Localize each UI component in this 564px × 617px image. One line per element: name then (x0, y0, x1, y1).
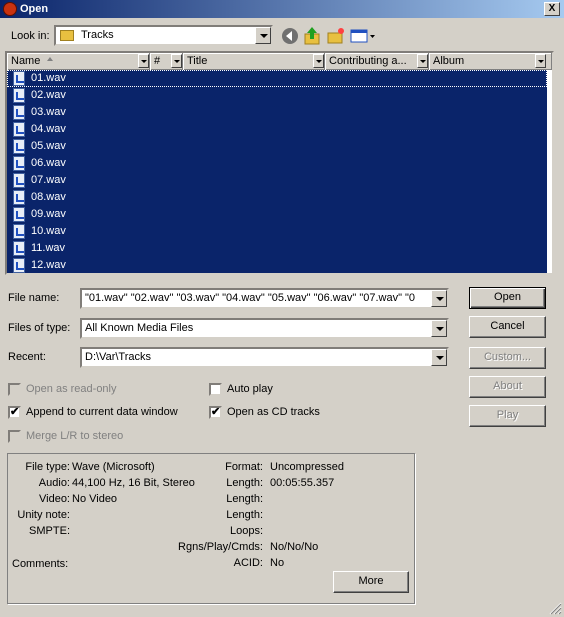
info-length3-label: Length: (226, 509, 263, 521)
open-button[interactable]: Open (469, 287, 546, 309)
cdtracks-checkbox[interactable]: ✔ (209, 406, 222, 419)
filename-input[interactable]: "01.wav" "02.wav" "03.wav" "04.wav" "05.… (80, 288, 449, 309)
list-item[interactable]: 11.wav (7, 240, 547, 257)
audio-file-icon (13, 258, 25, 273)
list-item[interactable]: 05.wav (7, 138, 547, 155)
info-rgns-value: No/No/No (270, 541, 319, 553)
info-audio-value: 44,100 Hz, 16 Bit, Stereo (72, 477, 195, 489)
about-button[interactable]: About (469, 376, 546, 398)
column-name[interactable]: Name (7, 53, 150, 70)
info-format-label: Format: (225, 461, 263, 473)
audio-file-icon (13, 224, 25, 239)
info-rgns-label: Rgns/Play/Cmds: (178, 541, 263, 553)
custom-button[interactable]: Custom... (469, 347, 546, 369)
list-item[interactable]: 12.wav (7, 257, 547, 273)
list-item[interactable]: 04.wav (7, 121, 547, 138)
lookin-dropdown[interactable]: Tracks (54, 25, 273, 46)
column-album[interactable]: Album (429, 53, 552, 70)
chevron-down-icon[interactable] (431, 349, 447, 366)
info-comments-label: Comments: (12, 558, 69, 570)
info-length2-label: Length: (226, 493, 263, 505)
column-name-dropdown[interactable] (138, 54, 149, 68)
list-item[interactable]: 06.wav (7, 155, 547, 172)
append-label: Append to current data window (26, 406, 178, 418)
autoplay-label: Auto play (227, 383, 273, 395)
new-folder-icon[interactable] (326, 26, 346, 46)
audio-file-icon (13, 71, 25, 86)
info-loops-label: Loops: (229, 525, 263, 537)
column-number-dropdown[interactable] (171, 54, 182, 68)
info-format-value: Uncompressed (270, 461, 344, 473)
info-filetype-label: File type: (25, 461, 70, 473)
audio-file-icon (13, 88, 25, 103)
audio-file-icon (13, 122, 25, 137)
audio-file-icon (13, 190, 25, 205)
info-audio-label: Audio: (38, 477, 70, 489)
folder-icon (60, 30, 74, 41)
chevron-down-icon[interactable] (431, 290, 447, 307)
list-item[interactable]: 03.wav (7, 104, 547, 121)
cancel-button[interactable]: Cancel (469, 316, 546, 338)
view-menu-icon[interactable] (350, 26, 376, 46)
close-button[interactable]: X (544, 2, 560, 16)
info-video-label: Video: (39, 493, 70, 505)
audio-file-icon (13, 241, 25, 256)
info-length1-value: 00:05:55.357 (270, 477, 335, 489)
cdtracks-label: Open as CD tracks (227, 406, 320, 418)
info-length1-label: Length: (226, 477, 263, 489)
recent-dropdown[interactable]: D:\Var\Tracks (80, 347, 449, 368)
filename-label: File name: (8, 292, 60, 304)
list-header: Name # Title Contributing a... Album (7, 53, 552, 70)
info-unity-label: Unity note: (17, 509, 70, 521)
chevron-down-icon[interactable] (255, 27, 271, 44)
column-title-dropdown[interactable] (313, 54, 324, 68)
list-item[interactable]: 09.wav (7, 206, 547, 223)
filetype-label: Files of type: (8, 322, 71, 334)
filetype-dropdown[interactable]: All Known Media Files (80, 318, 449, 339)
info-video-value: No Video (72, 493, 118, 505)
up-folder-icon[interactable] (303, 26, 323, 46)
list-item[interactable]: 02.wav (7, 87, 547, 104)
app-icon (3, 2, 17, 16)
list-item[interactable]: 10.wav (7, 223, 547, 240)
info-acid-label: ACID: (233, 557, 263, 569)
info-acid-value: No (270, 557, 285, 569)
audio-file-icon (13, 156, 25, 171)
play-button[interactable]: Play (469, 405, 546, 427)
info-smpte-label: SMPTE: (29, 525, 70, 537)
list-item[interactable]: 07.wav (7, 172, 547, 189)
autoplay-checkbox[interactable] (209, 383, 222, 396)
column-album-dropdown[interactable] (535, 54, 546, 68)
lookin-value: Tracks (81, 29, 114, 41)
chevron-down-icon[interactable] (431, 320, 447, 337)
back-icon[interactable] (280, 26, 300, 46)
audio-file-icon (13, 173, 25, 188)
column-contributing-dropdown[interactable] (417, 54, 428, 68)
audio-file-icon (13, 139, 25, 154)
sort-ascending-icon (47, 57, 53, 61)
list-item[interactable]: 08.wav (7, 189, 547, 206)
resize-grip-icon[interactable] (548, 601, 562, 615)
column-title[interactable]: Title (183, 53, 325, 70)
window-title: Open (20, 3, 49, 15)
audio-file-icon (13, 207, 25, 222)
readonly-label: Open as read-only (26, 383, 117, 395)
append-checkbox[interactable]: ✔ (8, 406, 21, 419)
readonly-checkbox[interactable] (8, 383, 21, 396)
merge-label: Merge L/R to stereo (26, 430, 124, 442)
recent-label: Recent: (8, 351, 46, 363)
merge-checkbox[interactable] (8, 430, 21, 443)
audio-file-icon (13, 105, 25, 120)
info-filetype-value: Wave (Microsoft) (72, 461, 155, 473)
more-button[interactable]: More (333, 571, 409, 593)
title-bar: Open X (0, 0, 564, 18)
file-list[interactable]: Name # Title Contributing a... Album 01.… (5, 51, 554, 275)
column-contributing[interactable]: Contributing a... (325, 53, 429, 70)
list-item[interactable]: 01.wav (7, 70, 547, 87)
file-info-panel: File type: Wave (Microsoft) Audio: 44,10… (7, 453, 415, 604)
lookin-label: Look in: (11, 30, 50, 42)
